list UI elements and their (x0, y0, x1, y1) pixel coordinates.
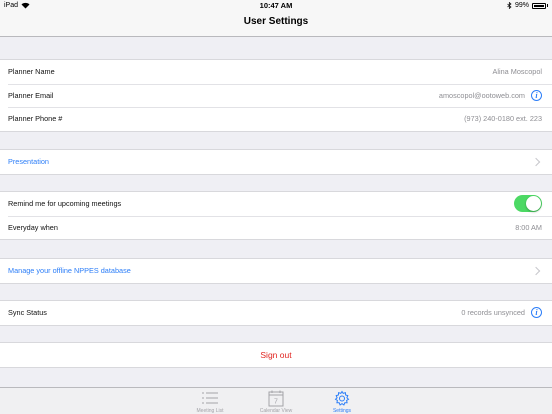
planner-email-label: Planner Email (8, 90, 54, 100)
sync-info-icon[interactable]: i (531, 307, 542, 319)
tab-meeting-list[interactable]: Meeting List (177, 388, 243, 414)
signout-group: Sign out (0, 342, 552, 368)
planner-info-group: Planner Name Alina Moscopol Planner Emai… (0, 59, 552, 132)
gear-icon (334, 390, 350, 406)
planner-phone-value: (973) 240-0180 ext. 223 (464, 114, 542, 124)
offline-db-label: Manage your offline NPPES database (8, 266, 131, 276)
offline-db-row[interactable]: Manage your offline NPPES database (0, 259, 552, 283)
tab-settings[interactable]: Settings (309, 388, 375, 414)
tab-bar: Meeting List 7 Calendar View Settings (0, 387, 552, 414)
planner-name-value: Alina Moscopol (492, 67, 542, 77)
planner-phone-row: Planner Phone # (973) 240-0180 ext. 223 (0, 107, 552, 131)
reminder-row: Remind me for upcoming meetings (0, 192, 552, 216)
presentation-label: Presentation (8, 157, 49, 167)
planner-email-row: Planner Email amoscopol@ootoweb.com i (0, 83, 552, 108)
offline-db-group: Manage your offline NPPES database (0, 258, 552, 284)
page-title: User Settings (243, 16, 309, 27)
battery-percent: 99% (514, 2, 529, 9)
sync-label: Sync Status (8, 308, 47, 318)
tab-label: Meeting List (196, 408, 224, 414)
tab-label: Settings (332, 408, 352, 414)
top-bar: iPad 10:47 AM 99% User Settings (0, 0, 552, 37)
planner-phone-label: Planner Phone # (8, 114, 63, 124)
reminder-time-row[interactable]: Everyday when 8:00 AM (0, 215, 552, 240)
planner-email-value: amoscopol@ootoweb.com (438, 90, 525, 100)
reminder-label: Remind me for upcoming meetings (8, 199, 122, 209)
tab-calendar-view[interactable]: 7 Calendar View (243, 388, 309, 414)
chevron-right-icon (531, 266, 541, 275)
planner-name-label: Planner Name (8, 67, 55, 77)
reminder-time-label: Everyday when (8, 222, 58, 232)
svg-text:7: 7 (274, 399, 278, 406)
sync-value: 0 records unsynced (461, 308, 525, 318)
reminder-toggle[interactable] (514, 195, 542, 213)
planner-name-row: Planner Name Alina Moscopol (0, 60, 552, 84)
chevron-right-icon (531, 157, 541, 166)
tab-label: Calendar View (259, 408, 293, 414)
battery-icon (532, 2, 546, 9)
sign-out-button[interactable]: Sign out (0, 343, 552, 367)
email-info-icon[interactable]: i (531, 89, 542, 101)
bluetooth-icon (507, 2, 512, 9)
reminder-group: Remind me for upcoming meetings Everyday… (0, 191, 552, 240)
sync-row: Sync Status 0 records unsynced i (0, 301, 552, 325)
reminder-time-value: 8:00 AM (515, 222, 542, 232)
presentation-row[interactable]: Presentation (0, 150, 552, 174)
presentation-group: Presentation (0, 149, 552, 175)
status-time: 10:47 AM (259, 1, 293, 10)
list-icon (202, 392, 218, 404)
calendar-icon: 7 (268, 390, 284, 407)
status-bar: iPad 10:47 AM 99% (0, 0, 552, 11)
sync-group: Sync Status 0 records unsynced i (0, 300, 552, 326)
